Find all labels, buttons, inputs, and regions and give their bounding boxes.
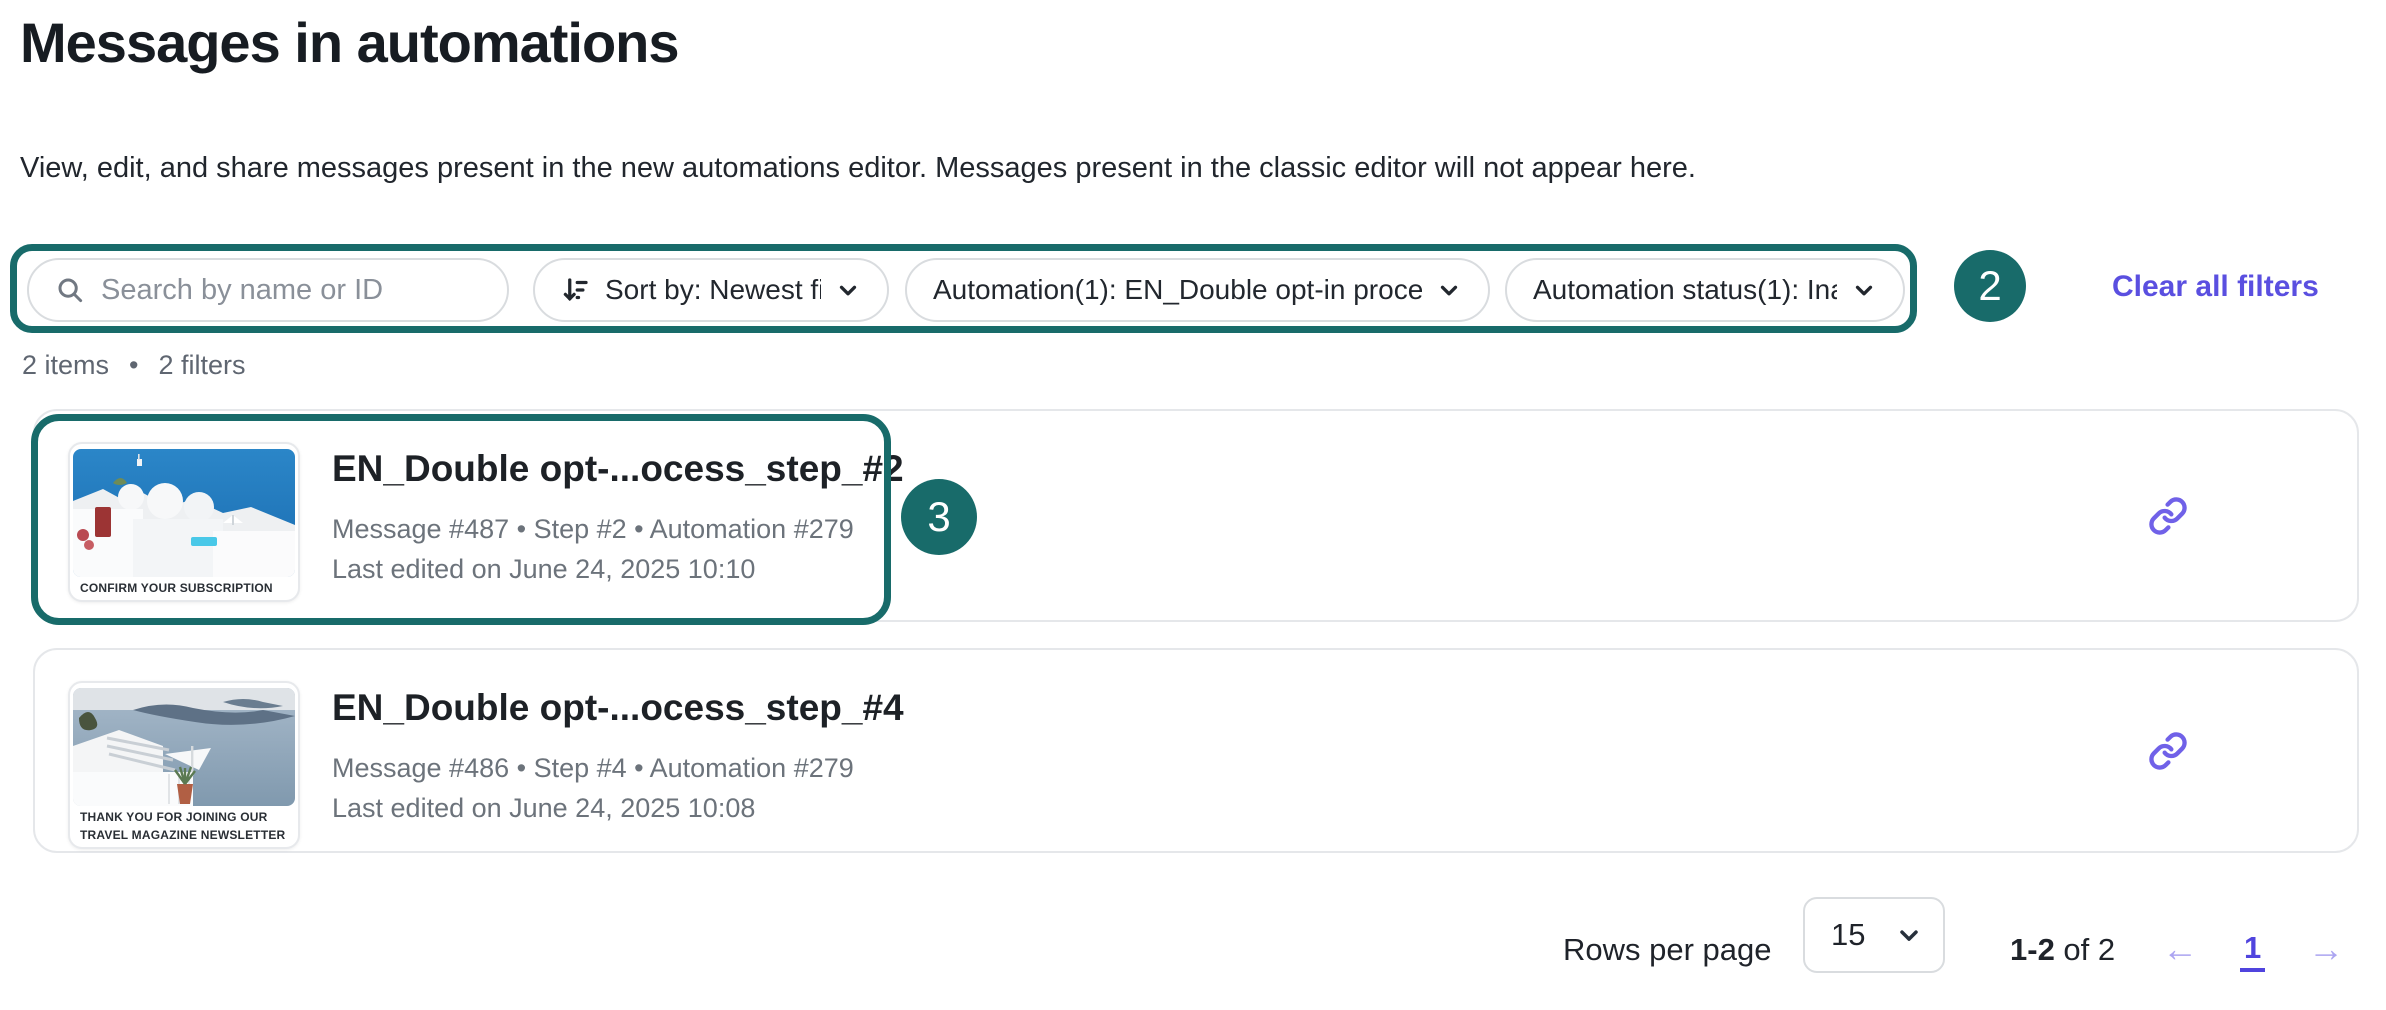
pagination-range-rest: of 2 (2055, 932, 2115, 967)
items-count: 2 items (22, 350, 109, 381)
rows-per-page-select[interactable]: 15 (1803, 897, 1945, 973)
message-row-1[interactable]: CONFIRM YOUR SUBSCRIPTION EN_Double opt-… (33, 409, 2359, 622)
search-field[interactable] (27, 258, 509, 322)
sort-dropdown[interactable]: Sort by: Newest first (533, 258, 889, 322)
search-input[interactable] (101, 274, 481, 307)
automation-filter-label: Automation(1): EN_Double opt-in process … (933, 274, 1422, 306)
annotation-step-badge-3: 3 (901, 479, 977, 555)
rows-per-page-label: Rows per page (1563, 932, 1772, 968)
pagination-page-1[interactable]: 1 (2240, 930, 2265, 972)
automation-status-filter-dropdown[interactable]: Automation status(1): Inactive (1505, 258, 1905, 322)
thumbnail-caption: THANK YOU FOR JOINING OUR (70, 806, 298, 824)
page-title: Messages in automations (20, 10, 679, 75)
message-title: EN_Double opt-...ocess_step_#2 (332, 448, 904, 490)
chevron-down-icon (1851, 277, 1877, 303)
annotation-step-badge-2: 2 (1954, 250, 2026, 322)
pagination-next-arrow-icon[interactable]: → (2308, 928, 2344, 970)
search-icon (55, 275, 85, 305)
message-last-edited: Last edited on June 24, 2025 10:10 (332, 554, 755, 585)
link-icon (2148, 731, 2188, 771)
share-link-button[interactable] (2140, 723, 2196, 779)
chevron-down-icon (1436, 277, 1462, 303)
message-title: EN_Double opt-...ocess_step_#4 (332, 687, 904, 729)
message-last-edited: Last edited on June 24, 2025 10:08 (332, 793, 755, 824)
pagination-range: 1-2 of 2 (2010, 932, 2115, 968)
page-description: View, edit, and share messages present i… (20, 152, 1696, 185)
message-meta: Message #487 • Step #2 • Automation #279 (332, 514, 854, 545)
sort-descending-icon (561, 275, 591, 305)
automation-status-filter-label: Automation status(1): Inactive (1533, 274, 1837, 306)
pagination-prev-arrow-icon[interactable]: ← (2162, 928, 2198, 970)
chevron-down-icon (835, 277, 861, 303)
link-icon (2148, 496, 2188, 536)
chevron-down-icon (1895, 921, 1923, 949)
message-thumbnail-santorini-muted: THANK YOU FOR JOINING OUR TRAVEL MAGAZIN… (68, 681, 300, 849)
filters-count: 2 filters (158, 350, 245, 381)
automation-filter-dropdown[interactable]: Automation(1): EN_Double opt-in process … (905, 258, 1490, 322)
rows-per-page-value: 15 (1831, 917, 1865, 953)
summary-dot: • (129, 350, 138, 381)
pagination-range-bold: 1-2 (2010, 932, 2055, 967)
results-summary: 2 items • 2 filters (22, 350, 246, 381)
thumbnail-caption-line2: TRAVEL MAGAZINE NEWSLETTER (70, 824, 298, 842)
thumbnail-caption: CONFIRM YOUR SUBSCRIPTION (70, 577, 298, 595)
message-thumbnail-santorini-blue: CONFIRM YOUR SUBSCRIPTION (68, 442, 300, 602)
message-row-2[interactable]: THANK YOU FOR JOINING OUR TRAVEL MAGAZIN… (33, 648, 2359, 853)
message-meta: Message #486 • Step #4 • Automation #279 (332, 753, 854, 784)
clear-all-filters-link[interactable]: Clear all filters (2112, 270, 2319, 304)
share-link-button[interactable] (2140, 488, 2196, 544)
sort-dropdown-label: Sort by: Newest first (605, 274, 821, 306)
messages-in-automations-page: Messages in automations View, edit, and … (0, 0, 2386, 1010)
